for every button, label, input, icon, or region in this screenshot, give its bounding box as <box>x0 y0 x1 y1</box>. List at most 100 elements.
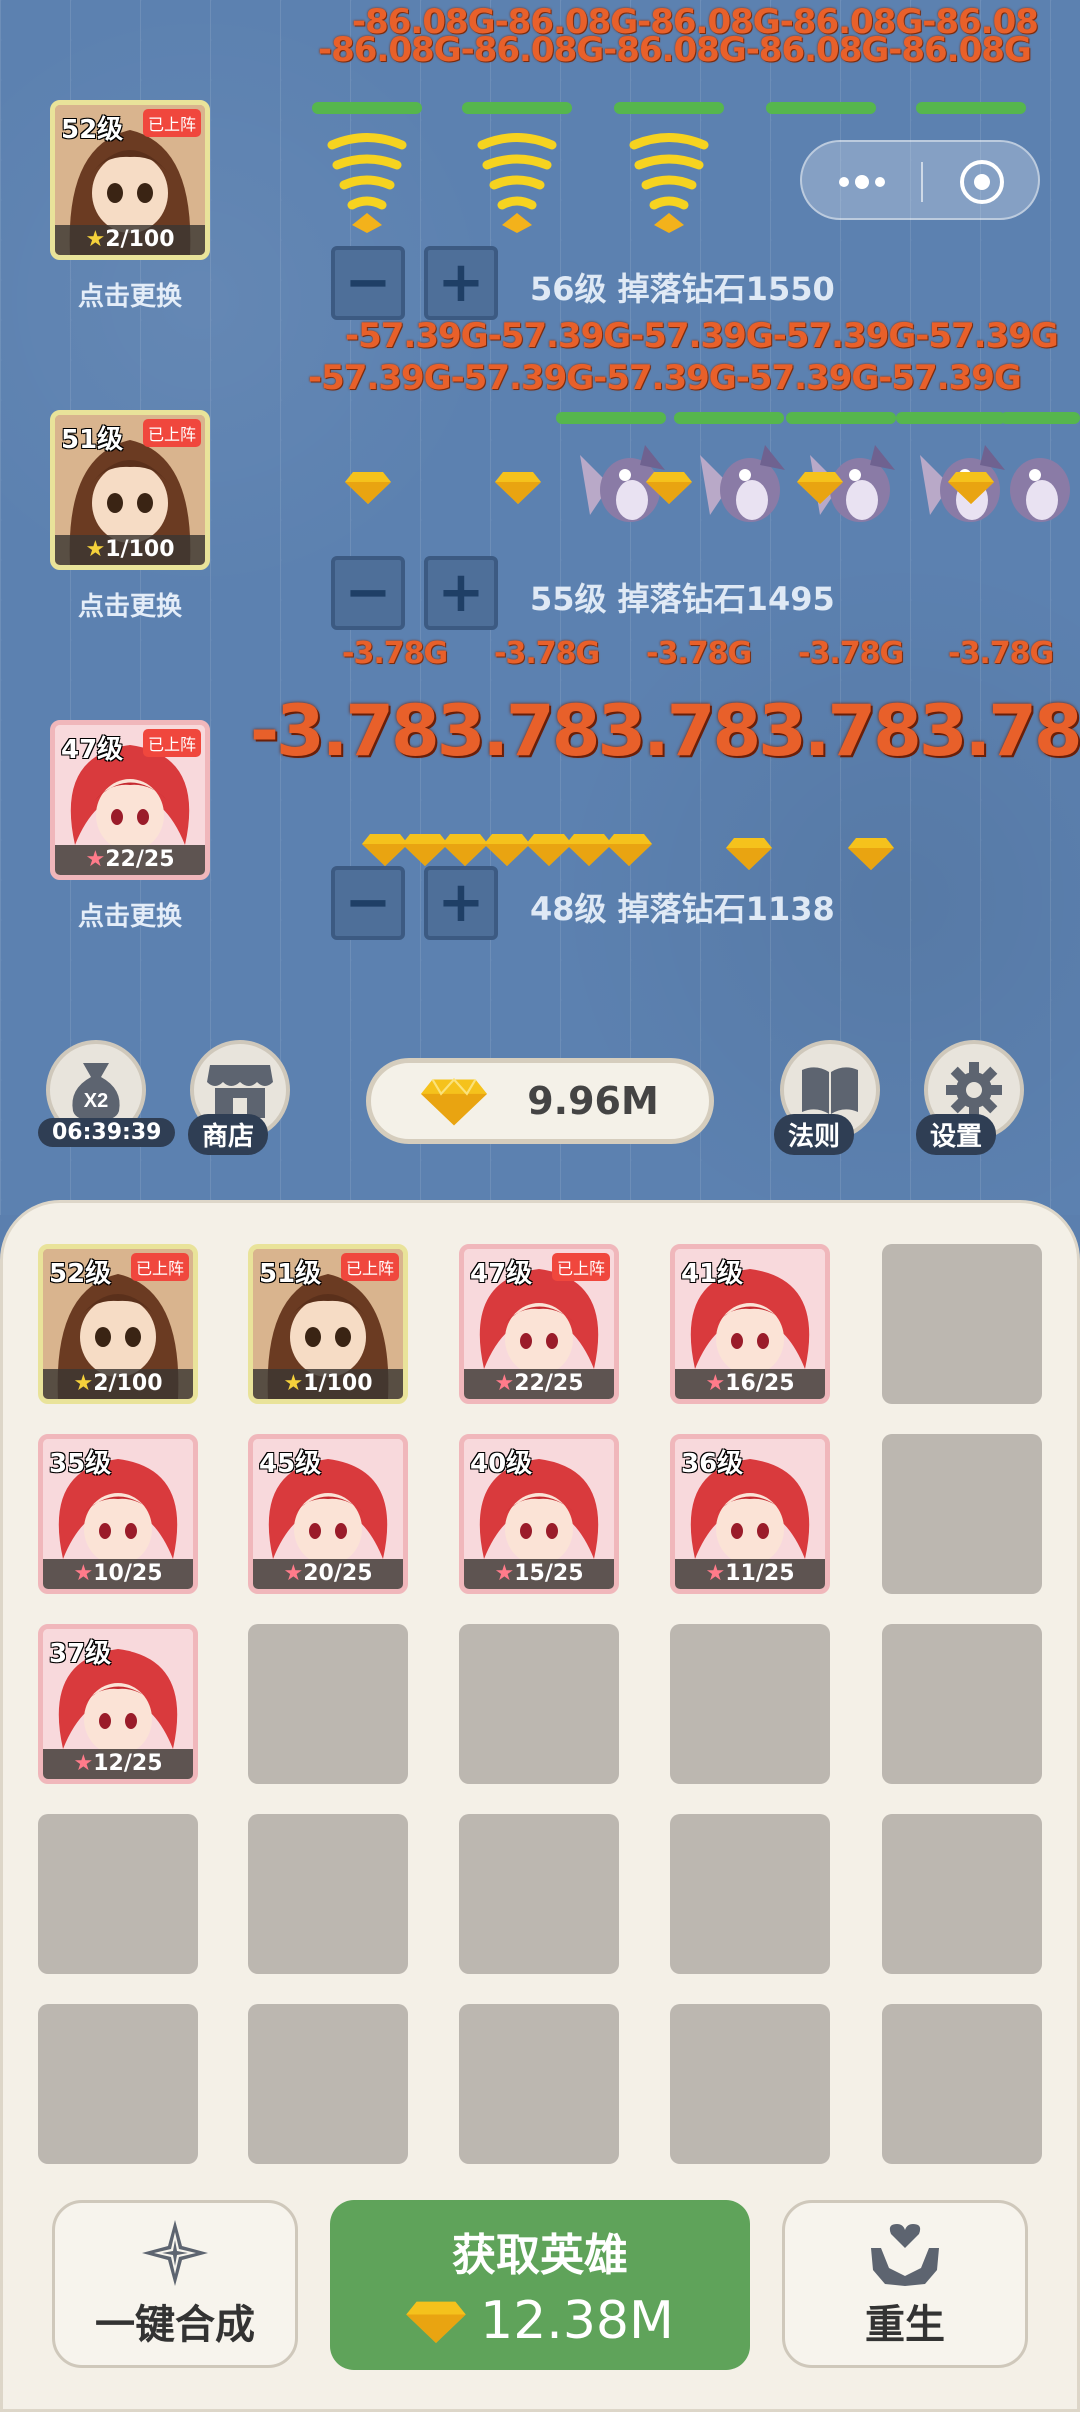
empty-hero-slot[interactable] <box>248 1814 408 1974</box>
rules-label: 法则 <box>774 1114 855 1155</box>
empty-hero-slot[interactable] <box>670 1624 830 1784</box>
hero-level: 45级 <box>259 1449 322 1479</box>
empty-hero-slot[interactable] <box>882 1624 1042 1784</box>
hero-level: 47级 <box>61 735 124 765</box>
enemy-hp-bar <box>916 102 1026 114</box>
star-progress: ★10/25 <box>43 1559 193 1589</box>
star-progress: ★2/100 <box>43 1369 193 1399</box>
empty-hero-slot[interactable] <box>882 2004 1042 2164</box>
auto-merge-button[interactable]: 一键合成 <box>52 2200 298 2368</box>
enemy-hp-bar <box>786 412 896 424</box>
star-progress: ★16/25 <box>675 1369 825 1399</box>
enemy-hp-bar <box>312 102 422 114</box>
enemy-hp-bar <box>614 102 724 114</box>
hero-level: 40级 <box>470 1449 533 1479</box>
diamond-balance: 9.96M <box>366 1058 714 1144</box>
auto-merge-label: 一键合成 <box>95 2302 255 2348</box>
lane-hero-slot[interactable]: 52级 已上阵 ★2/100 <box>50 100 210 260</box>
hero-level: 47级 <box>470 1259 533 1289</box>
empty-hero-slot[interactable] <box>882 1814 1042 1974</box>
damage-text: -3.78G <box>646 636 752 671</box>
empty-hero-slot[interactable] <box>459 1814 619 1974</box>
deployed-badge: 已上阵 <box>130 1253 189 1281</box>
star-progress: ★2/100 <box>55 225 205 255</box>
change-hero-link[interactable]: 点击更换 <box>50 896 210 933</box>
star-progress: ★20/25 <box>253 1559 403 1589</box>
star-icon: ★ <box>85 847 106 872</box>
star-icon: ★ <box>283 1561 304 1586</box>
more-icon <box>839 160 1004 204</box>
change-hero-link[interactable]: 点击更换 <box>50 586 210 623</box>
empty-hero-slot[interactable] <box>38 2004 198 2164</box>
dragon-enemy <box>700 445 785 522</box>
battle-field: -86.08G-86.08G-86.08G-86.08G-86.08 -86.0… <box>0 0 1080 1215</box>
settings-label: 设置 <box>916 1114 997 1155</box>
hands-heart-icon <box>871 2224 939 2286</box>
level-increase-button[interactable]: + <box>424 866 498 940</box>
hero-card[interactable]: 52级 已上阵 ★2/100 <box>38 1244 198 1404</box>
drop-info: 56级 掉落钻石1550 <box>530 270 835 308</box>
damage-text: -3.78G <box>948 636 1054 671</box>
empty-hero-slot[interactable] <box>670 2004 830 2164</box>
diamond-icon <box>646 472 692 504</box>
hero-level: 51级 <box>259 1259 322 1289</box>
diamond-icon <box>484 834 530 866</box>
hero-card[interactable]: 35级 ★10/25 <box>38 1434 198 1594</box>
deployed-badge: 已上阵 <box>551 1253 610 1281</box>
hero-level: 52级 <box>61 115 124 145</box>
level-decrease-button[interactable]: − <box>331 246 405 320</box>
hero-level: 41级 <box>681 1259 744 1289</box>
lane-hero-slot[interactable]: 51级 已上阵 ★1/100 <box>50 410 210 570</box>
recruit-hero-button[interactable]: 获取英雄 12.38M <box>330 2200 750 2370</box>
empty-hero-slot[interactable] <box>38 1814 198 1974</box>
empty-hero-slot[interactable] <box>248 2004 408 2164</box>
star-progress: ★1/100 <box>253 1369 403 1399</box>
star-icon: ★ <box>73 1371 94 1396</box>
shop-label: 商店 <box>188 1114 269 1155</box>
rebirth-button[interactable]: 重生 <box>782 2200 1028 2368</box>
star-icon: ★ <box>85 537 106 562</box>
empty-hero-slot[interactable] <box>670 1814 830 1974</box>
level-increase-button[interactable]: + <box>424 246 498 320</box>
change-hero-link[interactable]: 点击更换 <box>50 276 210 313</box>
hero-card[interactable]: 45级 ★20/25 <box>248 1434 408 1594</box>
empty-hero-slot[interactable] <box>459 2004 619 2164</box>
level-decrease-button[interactable]: − <box>331 556 405 630</box>
hero-card[interactable]: 41级 ★16/25 <box>670 1244 830 1404</box>
star-progress: ★11/25 <box>675 1559 825 1589</box>
diamond-amount: 9.96M <box>527 1079 659 1123</box>
tornado-enemy <box>477 133 557 233</box>
hero-card[interactable]: 51级 已上阵 ★1/100 <box>248 1244 408 1404</box>
diamond-icon <box>345 472 391 504</box>
enemy-hp-bar <box>674 412 784 424</box>
diamond-icon <box>726 838 772 870</box>
diamond-icon <box>797 472 843 504</box>
drop-info: 55级 掉落钻石1495 <box>530 580 835 618</box>
damage-text: -3.78G <box>342 636 448 671</box>
mini-program-capsule[interactable] <box>800 140 1040 220</box>
enemy-hp-bar <box>556 412 666 424</box>
diamond-icon <box>606 834 652 866</box>
deployed-badge: 已上阵 <box>142 109 201 137</box>
deployed-badge: 已上阵 <box>142 729 201 757</box>
diamond-icon <box>948 472 994 504</box>
enemy-hp-bar <box>1000 412 1080 424</box>
empty-hero-slot[interactable] <box>248 1624 408 1784</box>
empty-hero-slot[interactable] <box>882 1434 1042 1594</box>
deployed-badge: 已上阵 <box>340 1253 399 1281</box>
hero-card[interactable]: 37级 ★12/25 <box>38 1624 198 1784</box>
empty-hero-slot[interactable] <box>882 1244 1042 1404</box>
hero-card[interactable]: 36级 ★11/25 <box>670 1434 830 1594</box>
lane-hero-slot[interactable]: 47级 已上阵 ★22/25 <box>50 720 210 880</box>
damage-text: -3.78G <box>798 636 904 671</box>
damage-text: -3.783.783.783.783.78G <box>250 690 1080 772</box>
level-increase-button[interactable]: + <box>424 556 498 630</box>
hero-card[interactable]: 40级 ★15/25 <box>459 1434 619 1594</box>
empty-hero-slot[interactable] <box>459 1624 619 1784</box>
book-icon <box>802 1067 858 1114</box>
star-icon: ★ <box>73 1751 94 1776</box>
svg-text:X2: X2 <box>84 1090 108 1112</box>
deployed-badge: 已上阵 <box>142 419 201 447</box>
level-decrease-button[interactable]: − <box>331 866 405 940</box>
hero-card[interactable]: 47级 已上阵 ★22/25 <box>459 1244 619 1404</box>
